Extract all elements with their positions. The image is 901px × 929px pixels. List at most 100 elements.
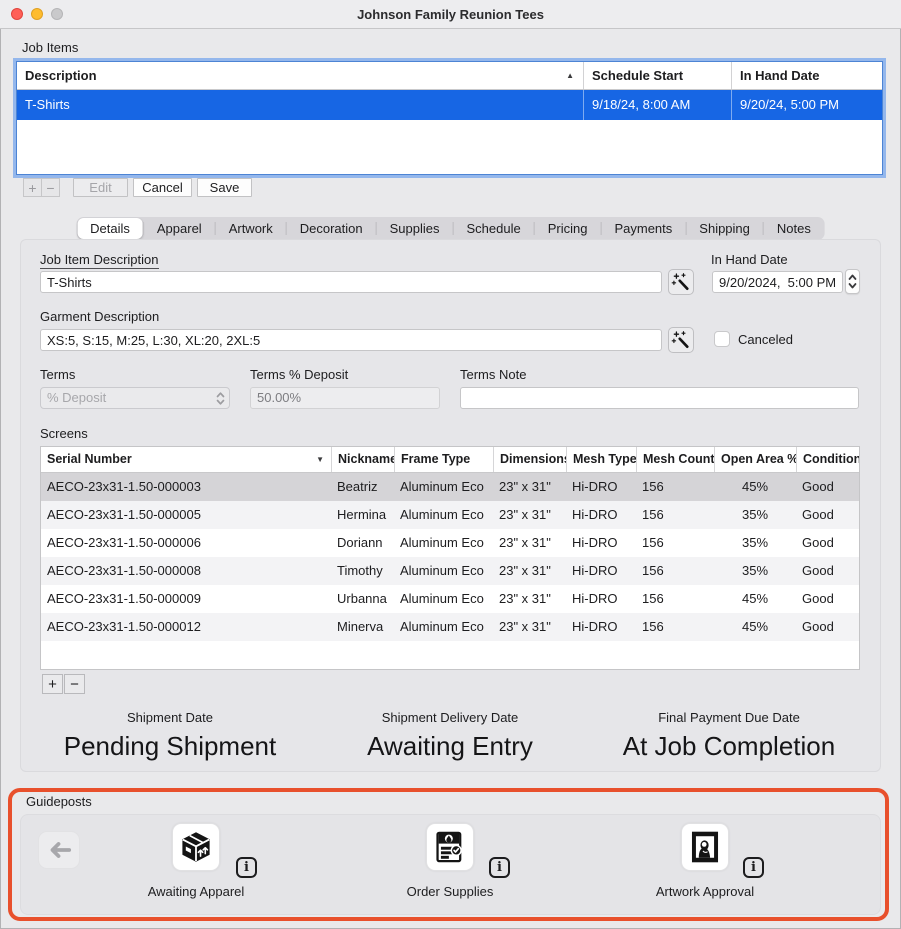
cancel-button[interactable]: Cancel — [133, 178, 192, 197]
package-icon — [179, 830, 213, 864]
screens-cell: Good — [796, 585, 859, 613]
column-header-description[interactable]: Description ▲ — [17, 62, 583, 89]
window-title: Johnson Family Reunion Tees — [0, 0, 901, 29]
screens-cell: Good — [796, 473, 859, 501]
shipment-delivery-date-value: Awaiting Entry — [300, 731, 600, 762]
screens-cell: Beatriz — [331, 473, 394, 501]
terms-percent-deposit-field[interactable]: 50.00% — [250, 387, 440, 409]
tab-pricing[interactable]: Pricing — [535, 218, 601, 239]
job-item-description-input[interactable] — [40, 271, 662, 293]
screens-cell: 23" x 31" — [493, 473, 566, 501]
screens-cell: 156 — [636, 529, 714, 557]
screens-table-row[interactable]: AECO-23x31-1.50-000005HerminaAluminum Ec… — [41, 501, 859, 529]
screens-cell: Hi-DRO — [566, 613, 636, 641]
screens-cell: Minerva — [331, 613, 394, 641]
screens-cell: 23" x 31" — [493, 613, 566, 641]
artwork-approval-info-icon[interactable]: i — [743, 857, 764, 878]
awaiting-apparel-info-icon[interactable]: i — [236, 857, 257, 878]
screens-cell: 23" x 31" — [493, 557, 566, 585]
screens-cell: Urbanna — [331, 585, 394, 613]
tab-shipping[interactable]: Shipping — [686, 218, 763, 239]
tab-artwork[interactable]: Artwork — [216, 218, 286, 239]
tab-apparel[interactable]: Apparel — [144, 218, 215, 239]
screens-cell: 35% — [714, 501, 796, 529]
terms-percent-deposit-label: Terms % Deposit — [250, 367, 348, 382]
remove-screen-button[interactable]: − — [64, 674, 85, 694]
screens-table-row[interactable]: AECO-23x31-1.50-000009UrbannaAluminum Ec… — [41, 585, 859, 613]
column-header-serial-number[interactable]: Serial Number ▼ — [41, 447, 331, 472]
screens-cell: Aluminum Eco — [394, 613, 493, 641]
screens-cell: Aluminum Eco — [394, 501, 493, 529]
column-header-in-hand-date[interactable]: In Hand Date — [731, 62, 882, 89]
remove-job-item-button[interactable]: − — [41, 178, 60, 197]
screens-cell: 23" x 31" — [493, 529, 566, 557]
in-hand-date-stepper[interactable] — [845, 269, 860, 294]
tab-details[interactable]: Details — [77, 218, 143, 239]
sort-descending-icon: ▼ — [316, 447, 324, 472]
tab-decoration[interactable]: Decoration — [287, 218, 376, 239]
order-supplies-info-icon[interactable]: i — [489, 857, 510, 878]
job-item-description-label-text[interactable]: Job Item Description — [40, 252, 159, 269]
terms-select-value: % Deposit — [47, 390, 106, 405]
in-hand-date-input[interactable] — [712, 271, 843, 293]
garment-description-label: Garment Description — [40, 309, 159, 324]
app-window: Johnson Family Reunion Tees Job Items De… — [0, 0, 901, 929]
guidepost-order-supplies-label: Order Supplies — [350, 884, 550, 899]
guidepost-artwork-approval-label: Artwork Approval — [605, 884, 805, 899]
terms-label: Terms — [40, 367, 75, 382]
column-header-schedule-start[interactable]: Schedule Start — [583, 62, 731, 89]
column-header-label: Description — [25, 68, 97, 83]
add-job-item-button[interactable]: + — [23, 178, 42, 197]
screens-cell: 156 — [636, 501, 714, 529]
guidepost-awaiting-apparel-label: Awaiting Apparel — [96, 884, 296, 899]
garment-description-input[interactable] — [40, 329, 662, 351]
canceled-checkbox[interactable] — [714, 331, 730, 347]
guideposts-back-button[interactable] — [38, 831, 80, 869]
screens-cell: 45% — [714, 613, 796, 641]
guidepost-awaiting-apparel-button[interactable] — [172, 823, 220, 871]
screens-cell: 156 — [636, 585, 714, 613]
guidepost-order-supplies-button[interactable] — [426, 823, 474, 871]
job-item-row[interactable]: T-Shirts 9/18/24, 8:00 AM 9/20/24, 5:00 … — [17, 90, 882, 120]
screens-table-row[interactable]: AECO-23x31-1.50-000012MinervaAluminum Ec… — [41, 613, 859, 641]
column-header-mesh-type[interactable]: Mesh Type — [566, 447, 636, 472]
column-header-nickname[interactable]: Nickname — [331, 447, 394, 472]
screens-cell: 156 — [636, 473, 714, 501]
column-header-frame-type[interactable]: Frame Type — [394, 447, 493, 472]
guidepost-artwork-approval-button[interactable] — [681, 823, 729, 871]
column-header-condition[interactable]: Condition — [796, 447, 859, 472]
screens-cell: AECO-23x31-1.50-000003 — [41, 473, 331, 501]
tab-schedule[interactable]: Schedule — [454, 218, 534, 239]
screens-table-header: Serial Number ▼ Nickname Frame Type Dime… — [41, 447, 859, 473]
tab-payments[interactable]: Payments — [601, 218, 685, 239]
screens-cell: Aluminum Eco — [394, 529, 493, 557]
shipment-delivery-date-label: Shipment Delivery Date — [300, 710, 600, 725]
terms-select[interactable]: % Deposit — [40, 387, 230, 409]
job-items-table: Description ▲ Schedule Start In Hand Dat… — [16, 61, 883, 175]
screens-table-row[interactable]: AECO-23x31-1.50-000008TimothyAluminum Ec… — [41, 557, 859, 585]
screens-cell: 35% — [714, 529, 796, 557]
screens-cell: Good — [796, 557, 859, 585]
screens-cell: Good — [796, 529, 859, 557]
magic-wand-icon — [671, 272, 691, 292]
screens-cell: AECO-23x31-1.50-000009 — [41, 585, 331, 613]
terms-note-input[interactable] — [460, 387, 859, 409]
edit-button[interactable]: Edit — [73, 178, 128, 197]
in-hand-date-label: In Hand Date — [711, 252, 788, 267]
screens-table-row[interactable]: AECO-23x31-1.50-000006DoriannAluminum Ec… — [41, 529, 859, 557]
tab-notes[interactable]: Notes — [764, 218, 824, 239]
tab-supplies[interactable]: Supplies — [377, 218, 453, 239]
shipment-date-label: Shipment Date — [20, 710, 320, 725]
column-header-open-area[interactable]: Open Area % — [714, 447, 796, 472]
stepper-chevrons-icon — [847, 272, 858, 291]
magic-wand-button[interactable] — [668, 269, 694, 295]
screens-cell: 23" x 31" — [493, 585, 566, 613]
screens-cell: Aluminum Eco — [394, 557, 493, 585]
column-header-mesh-count[interactable]: Mesh Count — [636, 447, 714, 472]
column-header-dimensions[interactable]: Dimensions — [493, 447, 566, 472]
magic-wand-button[interactable] — [668, 327, 694, 353]
save-button[interactable]: Save — [197, 178, 252, 197]
final-payment-due-date-value: At Job Completion — [579, 731, 879, 762]
screens-table-row[interactable]: AECO-23x31-1.50-000003BeatrizAluminum Ec… — [41, 473, 859, 501]
add-screen-button[interactable]: + — [42, 674, 63, 694]
